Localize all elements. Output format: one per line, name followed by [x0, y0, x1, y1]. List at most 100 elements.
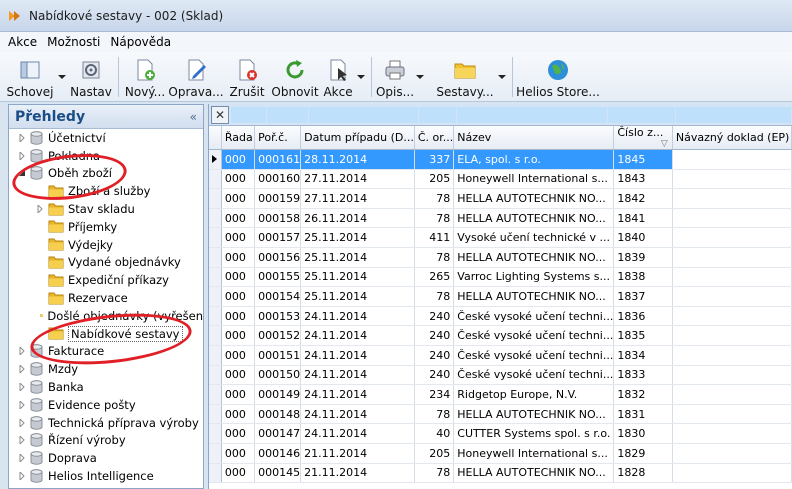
table-cell: 40 — [414, 423, 455, 444]
column-header-rada[interactable]: Řada — [221, 126, 256, 150]
sidebar-item[interactable]: Mzdy — [9, 360, 203, 378]
menu-moznosti[interactable]: Možnosti — [47, 35, 100, 49]
expand-arrow-icon[interactable] — [17, 151, 27, 161]
row-indicator[interactable] — [209, 443, 222, 464]
column-header-porc[interactable]: Poř.č. — [254, 126, 302, 150]
filter-cell[interactable] — [266, 106, 309, 123]
expand-arrow-icon[interactable] — [35, 204, 45, 214]
table-row[interactable]: 000 000145 21.11.2014 78 HELLA AUTOTECHNIK N… — [209, 463, 792, 484]
akce-dropdown-arrow[interactable] — [355, 52, 367, 102]
table-row[interactable]: 000 000149 24.11.2014 234 Ridgetop Europe, N… — [209, 384, 792, 405]
row-indicator[interactable] — [209, 345, 222, 366]
expand-arrow-icon[interactable] — [17, 364, 27, 374]
expand-arrow-icon[interactable] — [17, 435, 27, 445]
row-indicator[interactable] — [209, 286, 222, 307]
opis-button[interactable]: Opis... — [376, 52, 414, 102]
row-indicator[interactable] — [209, 325, 222, 346]
table-row[interactable]: 000 000161 28.11.2014 337 ELA, spol. s r.o. 1… — [209, 149, 792, 170]
expand-arrow-icon[interactable] — [17, 453, 27, 463]
row-indicator[interactable] — [209, 463, 222, 484]
filter-cell[interactable] — [676, 106, 792, 123]
sidebar-item[interactable]: Nabídkové sestavy — [9, 325, 203, 343]
row-indicator[interactable] — [209, 267, 222, 288]
opis-dropdown-arrow[interactable] — [414, 52, 426, 102]
filter-cell[interactable] — [608, 106, 677, 123]
column-header-cislo-org[interactable]: Č. or... — [414, 126, 455, 150]
sidebar-item[interactable]: Účetnictví — [9, 129, 203, 147]
expand-arrow-icon[interactable] — [17, 133, 27, 143]
column-header-cislo-zakazky[interactable]: Číslo z... ▽ — [613, 126, 673, 150]
schovej-dropdown-arrow[interactable] — [56, 52, 68, 102]
sidebar-item[interactable]: Výdejky — [9, 236, 203, 254]
column-header-nazev[interactable]: Název — [453, 126, 615, 150]
sidebar-item[interactable]: Rezervace — [9, 289, 203, 307]
sidebar-item[interactable]: Pokladna — [9, 147, 203, 165]
menu-napoveda[interactable]: Nápověda — [110, 35, 171, 49]
table-row[interactable]: 000 000151 24.11.2014 240 České vysoké učení… — [209, 345, 792, 366]
sidebar-item[interactable]: Banka — [9, 378, 203, 396]
sidebar-item[interactable]: Doprava — [9, 449, 203, 467]
row-indicator[interactable] — [209, 149, 222, 170]
table-row[interactable]: 000 000147 24.11.2014 40 CUTTER Systems spol… — [209, 423, 792, 444]
filter-cell[interactable] — [230, 106, 267, 123]
expand-arrow-icon[interactable] — [17, 418, 27, 428]
table-row[interactable]: 000 000157 25.11.2014 411 Vysoké učení techn… — [209, 227, 792, 248]
expand-arrow-icon[interactable] — [17, 400, 27, 410]
sestavy-dropdown-arrow[interactable] — [496, 52, 508, 102]
column-header-navazny-doklad[interactable]: Návazný doklad (EP) — [672, 126, 792, 150]
nastav-button[interactable]: Nastav — [68, 52, 114, 102]
zrusit-button[interactable]: Zrušit — [225, 52, 269, 102]
sidebar-item[interactable]: Došlé objednávky (vyřešen — [9, 307, 203, 325]
table-row[interactable]: 000 000156 25.11.2014 78 HELLA AUTOTECHNIK N… — [209, 247, 792, 268]
row-indicator[interactable] — [209, 247, 222, 268]
row-indicator[interactable] — [209, 208, 222, 229]
table-row[interactable]: 000 000154 25.11.2014 78 HELLA AUTOTECHNIK N… — [209, 286, 792, 307]
collapse-arrow-icon[interactable] — [17, 168, 27, 178]
collapse-sidebar-icon[interactable]: « — [190, 110, 197, 124]
table-row[interactable]: 000 000159 27.11.2014 78 HELLA AUTOTECHNIK N… — [209, 188, 792, 209]
sestavy-button[interactable]: Sestavy... — [434, 52, 496, 102]
table-row[interactable]: 000 000148 24.11.2014 78 HELLA AUTOTECHNIK N… — [209, 404, 792, 425]
expand-arrow-icon[interactable] — [17, 471, 27, 481]
row-indicator[interactable] — [209, 306, 222, 327]
sidebar-item[interactable]: Stav skladu — [9, 200, 203, 218]
table-row[interactable]: 000 000158 26.11.2014 78 HELLA AUTOTECHNIK N… — [209, 208, 792, 229]
oprava-button[interactable]: Oprava... — [167, 52, 225, 102]
sidebar-item[interactable]: Technická příprava výroby — [9, 414, 203, 432]
obnovit-button[interactable]: Obnovit — [269, 52, 321, 102]
helios-store-button[interactable]: Helios Store... — [516, 52, 600, 102]
filter-cell[interactable] — [308, 106, 419, 123]
menu-akce[interactable]: Akce — [8, 35, 37, 49]
sidebar-item[interactable]: Zboží a služby — [9, 182, 203, 200]
close-filter-icon[interactable]: ✕ — [211, 105, 229, 124]
sidebar-item[interactable]: Řízení výroby — [9, 432, 203, 450]
table-row[interactable]: 000 000152 24.11.2014 240 České vysoké učení… — [209, 325, 792, 346]
row-indicator[interactable] — [209, 188, 222, 209]
table-row[interactable]: 000 000150 24.11.2014 240 České vysoké učení… — [209, 365, 792, 386]
table-row[interactable]: 000 000155 25.11.2014 265 Varroc Lighting Sy… — [209, 267, 792, 288]
filter-cell[interactable] — [418, 106, 457, 123]
column-header-datum[interactable]: Datum případu (D... — [300, 126, 415, 150]
sidebar-item[interactable]: Evidence pošty — [9, 396, 203, 414]
sidebar-item[interactable]: Příjemky — [9, 218, 203, 236]
sidebar-item[interactable]: Vydané objednávky — [9, 254, 203, 272]
table-row[interactable]: 000 000160 27.11.2014 205 Honeywell Internat… — [209, 169, 792, 190]
sidebar-item[interactable]: Fakturace — [9, 343, 203, 361]
row-indicator[interactable] — [209, 384, 222, 405]
filter-cell[interactable] — [456, 106, 609, 123]
table-row[interactable]: 000 000153 24.11.2014 240 České vysoké učení… — [209, 306, 792, 327]
table-row[interactable]: 000 000146 21.11.2014 205 Honeywell Internat… — [209, 443, 792, 464]
sidebar-item[interactable]: Helios Intelligence — [9, 467, 203, 485]
sidebar-item[interactable]: Expediční příkazy — [9, 271, 203, 289]
sidebar-item[interactable]: Oběh zboží — [9, 165, 203, 183]
row-indicator[interactable] — [209, 423, 222, 444]
expand-arrow-icon[interactable] — [17, 382, 27, 392]
row-indicator[interactable] — [209, 227, 222, 248]
novy-button[interactable]: Nový... — [123, 52, 167, 102]
row-indicator[interactable] — [209, 365, 222, 386]
row-indicator[interactable] — [209, 169, 222, 190]
akce-button[interactable]: Akce — [321, 52, 355, 102]
expand-arrow-icon[interactable] — [17, 346, 27, 356]
row-indicator[interactable] — [209, 404, 222, 425]
schovej-button[interactable]: Schovej — [4, 52, 56, 102]
